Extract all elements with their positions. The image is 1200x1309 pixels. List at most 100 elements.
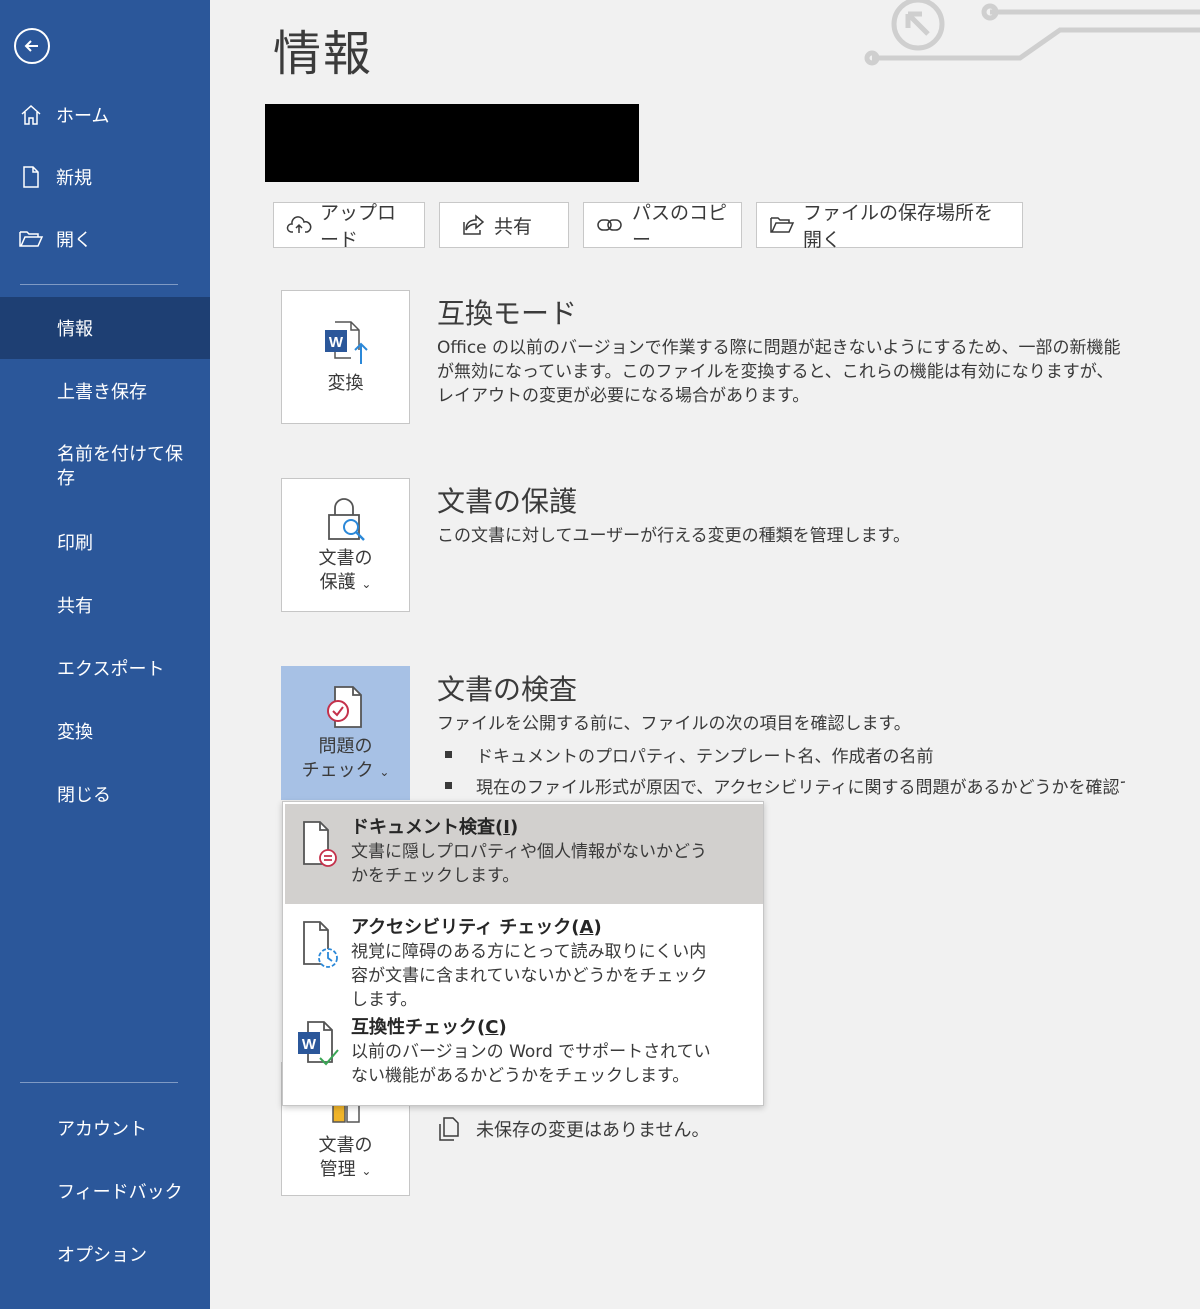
open-folder-icon bbox=[769, 214, 795, 236]
sidebar-item-open[interactable]: 開く bbox=[0, 208, 210, 270]
convert-button[interactable]: W 変換 bbox=[281, 290, 410, 424]
inspect-desc: ファイルを公開する前に、ファイルの次の項目を確認します。 bbox=[437, 714, 911, 734]
sidebar-item-label: 名前を付けて保存 bbox=[57, 444, 183, 489]
sidebar-item-label: オプション bbox=[57, 1245, 147, 1266]
inspect-bullet: 現在のファイル形式が原因で、アクセシビリティに関する問題があるかどうかを確認でき… bbox=[445, 773, 1125, 798]
menu-item-inspect-document[interactable]: ドキュメント検査(I) 文書に隠しプロパティや個人情報がないかどうかをチェックし… bbox=[285, 804, 763, 904]
circuit-decoration-icon bbox=[864, 0, 1200, 66]
sidebar-item-save[interactable]: 上書き保存 bbox=[0, 360, 210, 422]
svg-text:W: W bbox=[328, 334, 343, 351]
sidebar-item-label: フィードバック bbox=[57, 1182, 183, 1203]
sidebar-item-label: 閉じる bbox=[57, 785, 111, 806]
manage-label-line2-wrap: 管理 ⌄ bbox=[320, 1158, 372, 1183]
menu-item-title-text: ドキュメント検査( bbox=[351, 817, 504, 838]
copy-path-button[interactable]: パスのコピー bbox=[583, 202, 742, 251]
document-inspect-icon bbox=[285, 804, 351, 904]
sidebar-item-account[interactable]: アカウント bbox=[0, 1097, 210, 1159]
redacted-document-path bbox=[265, 104, 639, 182]
sidebar-item-close[interactable]: 閉じる bbox=[0, 763, 210, 825]
convert-label: 変換 bbox=[327, 373, 364, 394]
menu-item-title-text: アクセシビリティ チェック( bbox=[351, 917, 580, 938]
protect-document-button[interactable]: 文書の 保護 ⌄ bbox=[281, 478, 410, 612]
sidebar-item-label: アカウント bbox=[57, 1119, 147, 1140]
menu-item-compatibility-check[interactable]: W 互換性チェック(C) 以前のバージョンの Word でサポートされていない機… bbox=[285, 1004, 763, 1104]
menu-item-title: ドキュメント検査(I) bbox=[351, 816, 721, 840]
page-title: 情報 bbox=[273, 26, 374, 82]
inspect-title: 文書の検査 bbox=[437, 673, 578, 706]
accessibility-check-icon bbox=[285, 904, 351, 1004]
menu-item-accesskey: C bbox=[485, 1017, 499, 1038]
word-compat-check-icon: W bbox=[285, 1004, 351, 1104]
new-document-icon bbox=[18, 164, 44, 190]
sidebar-item-label: 共有 bbox=[57, 596, 93, 617]
word-convert-icon: W bbox=[324, 321, 368, 364]
sidebar-item-home[interactable]: ホーム bbox=[0, 84, 210, 146]
document-check-icon bbox=[326, 685, 362, 728]
menu-item-accesskey: I bbox=[503, 817, 510, 838]
protect-title: 文書の保護 bbox=[437, 485, 578, 518]
open-folder-icon bbox=[18, 226, 44, 252]
menu-item-title-end: ) bbox=[509, 817, 519, 838]
menu-item-text: アクセシビリティ チェック(A) 視覚に障碍のある方にとって読み取りにくい内容が… bbox=[351, 904, 721, 1010]
sidebar-item-export[interactable]: エクスポート bbox=[0, 637, 210, 699]
sidebar-item-feedback[interactable]: フィードバック bbox=[0, 1160, 210, 1222]
menu-item-text: ドキュメント検査(I) 文書に隠しプロパティや個人情報がないかどうかをチェックし… bbox=[351, 804, 721, 904]
share-icon bbox=[462, 214, 486, 236]
protect-desc: この文書に対してユーザーが行える変更の種類を管理します。 bbox=[437, 526, 910, 546]
protect-label-line2: 保護 bbox=[319, 571, 356, 593]
menu-item-title: 互換性チェック(C) bbox=[351, 1016, 721, 1040]
copy-path-label: パスのコピー bbox=[632, 202, 728, 251]
menu-item-accessibility-check[interactable]: アクセシビリティ チェック(A) 視覚に障碍のある方にとって読み取りにくい内容が… bbox=[285, 904, 763, 1010]
inspect-bullet-text: 現在のファイル形式が原因で、アクセシビリティに関する問題があるかどうかを確認でき… bbox=[476, 778, 1125, 798]
manage-label-line2: 管理 bbox=[319, 1158, 356, 1180]
sidebar-item-label: ホーム bbox=[56, 106, 110, 127]
sidebar-item-label: 変換 bbox=[57, 722, 93, 743]
sidebar-item-print[interactable]: 印刷 bbox=[0, 511, 210, 573]
sidebar-item-info[interactable]: 情報 bbox=[0, 297, 210, 359]
share-button[interactable]: 共有 bbox=[439, 202, 569, 248]
open-location-label: ファイルの保存場所を開く bbox=[803, 202, 994, 251]
bullet-icon bbox=[445, 751, 452, 758]
manage-label-line1: 文書の bbox=[318, 1134, 373, 1156]
svg-text:W: W bbox=[302, 1036, 317, 1053]
menu-item-title-text: 互換性チェック( bbox=[351, 1017, 486, 1038]
share-label: 共有 bbox=[494, 215, 533, 238]
sidebar-item-save-as[interactable]: 名前を付けて保存 bbox=[0, 432, 210, 502]
sidebar-item-label: 新規 bbox=[56, 168, 92, 189]
upload-button[interactable]: アップロード bbox=[273, 202, 425, 251]
menu-item-desc: 文書に隠しプロパティや個人情報がないかどうかをチェックします。 bbox=[351, 842, 707, 886]
check-issues-button[interactable]: 問題の チェック ⌄ bbox=[281, 666, 410, 800]
upload-label: アップロード bbox=[320, 202, 397, 251]
compat-mode-title: 互換モード bbox=[437, 297, 578, 330]
menu-item-desc: 視覚に障碍のある方にとって読み取りにくい内容が文書に含まれていないかどうかをチェ… bbox=[351, 942, 708, 1010]
sidebar-item-transform[interactable]: 変換 bbox=[0, 700, 210, 762]
menu-item-text: 互換性チェック(C) 以前のバージョンの Word でサポートされていない機能が… bbox=[351, 1004, 721, 1104]
bullet-icon bbox=[445, 782, 452, 789]
unsaved-status-text: 未保存の変更はありません。 bbox=[476, 1120, 710, 1141]
documents-icon bbox=[438, 1116, 462, 1142]
backstage-sidebar: ホーム 新規 開く 情報 上書き保存 名前を付けて保存 印刷 共有 エクスポート… bbox=[0, 0, 210, 1309]
check-issues-menu: ドキュメント検査(I) 文書に隠しプロパティや個人情報がないかどうかをチェックし… bbox=[282, 801, 764, 1106]
chevron-down-icon: ⌄ bbox=[379, 764, 390, 779]
sidebar-item-new[interactable]: 新規 bbox=[0, 146, 210, 208]
menu-item-accesskey: A bbox=[579, 917, 594, 938]
lock-search-icon bbox=[327, 497, 365, 541]
check-issues-label-line1: 問題の bbox=[318, 735, 373, 757]
sidebar-item-options[interactable]: オプション bbox=[0, 1223, 210, 1285]
cloud-upload-icon bbox=[286, 215, 312, 235]
check-issues-label-line2: チェック bbox=[301, 759, 374, 781]
check-issues-label-line2-wrap: チェック ⌄ bbox=[302, 759, 390, 784]
link-icon bbox=[596, 216, 624, 234]
menu-item-title-end: ) bbox=[593, 917, 602, 938]
open-location-button[interactable]: ファイルの保存場所を開く bbox=[756, 202, 1023, 251]
inspect-bullet-text: ドキュメントのプロパティ、テンプレート名、作成者の名前 bbox=[476, 747, 934, 767]
protect-label-line2-wrap: 保護 ⌄ bbox=[320, 571, 372, 596]
sidebar-item-label: 開く bbox=[56, 230, 92, 251]
back-arrow-icon bbox=[24, 40, 38, 52]
sidebar-item-label: 印刷 bbox=[57, 533, 93, 554]
sidebar-item-share[interactable]: 共有 bbox=[0, 574, 210, 636]
protect-label-line1: 文書の bbox=[318, 547, 373, 569]
inspect-bullet: ドキュメントのプロパティ、テンプレート名、作成者の名前 bbox=[445, 742, 1135, 767]
menu-item-desc: 以前のバージョンの Word でサポートされていない機能があるかどうかをチェック… bbox=[351, 1042, 711, 1086]
back-button[interactable] bbox=[14, 28, 50, 64]
